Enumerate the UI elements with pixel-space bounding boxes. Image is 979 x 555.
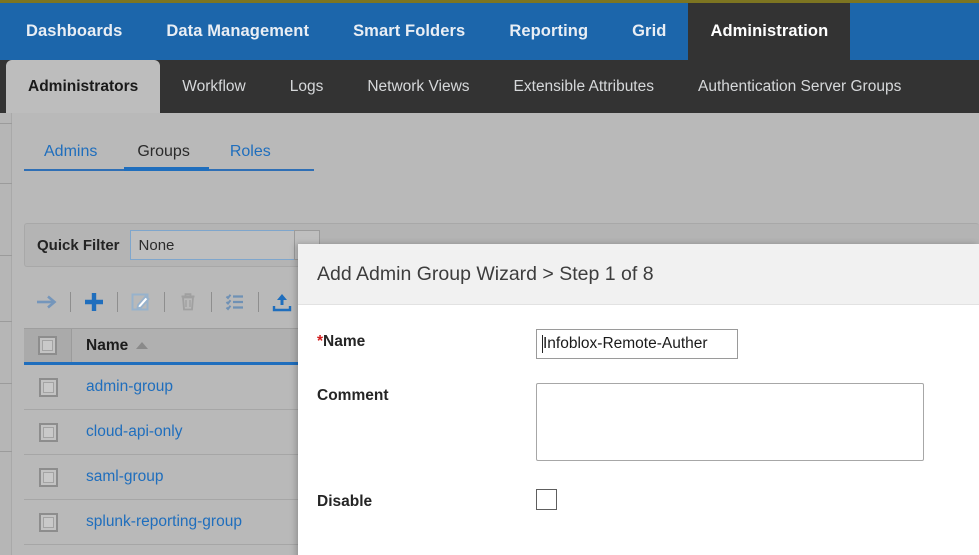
add-admin-group-wizard-dialog: Add Admin Group Wizard > Step 1 of 8 *Na… [298, 244, 979, 555]
tab-administrators[interactable]: Administrators [6, 60, 161, 113]
column-header-name-label: Name [86, 336, 129, 354]
nav-item-smart-folders[interactable]: Smart Folders [331, 3, 487, 60]
tab-extensible-attributes[interactable]: Extensible Attributes [492, 60, 676, 113]
form-row-comment: Comment [298, 383, 979, 461]
dialog-header: Add Admin Group Wizard > Step 1 of 8 [298, 244, 979, 305]
name-label-text: Name [323, 333, 366, 350]
name-label: *Name [317, 329, 536, 351]
delete-icon[interactable] [171, 287, 205, 317]
row-checkbox[interactable] [24, 410, 72, 454]
row-name-link[interactable]: splunk-reporting-group [72, 513, 242, 531]
column-header-name[interactable]: Name [72, 336, 149, 355]
toolbar-separator [70, 292, 71, 312]
toolbar-separator [117, 292, 118, 312]
primary-navigation: Dashboards Data Management Smart Folders… [0, 3, 979, 60]
upload-icon[interactable] [265, 287, 299, 317]
nav-item-data-management[interactable]: Data Management [144, 3, 331, 60]
quick-filter-label: Quick Filter [37, 236, 120, 254]
row-checkbox[interactable] [24, 365, 72, 409]
list-icon[interactable] [218, 287, 252, 317]
row-name-link[interactable]: cloud-api-only [72, 423, 183, 441]
select-all-checkbox[interactable] [24, 329, 72, 362]
tab-authentication-server-groups[interactable]: Authentication Server Groups [676, 60, 923, 113]
subtab-admins[interactable]: Admins [24, 143, 117, 169]
sort-ascending-icon [136, 342, 149, 349]
nav-item-administration[interactable]: Administration [688, 3, 851, 60]
name-input[interactable]: Infoblox-Remote-Auther [536, 329, 738, 359]
nav-item-grid[interactable]: Grid [610, 3, 688, 60]
dialog-body: *Name Infoblox-Remote-Auther Comment Dis… [298, 329, 979, 555]
disable-label: Disable [317, 493, 373, 510]
row-checkbox[interactable] [24, 500, 72, 544]
nav-item-reporting[interactable]: Reporting [487, 3, 610, 60]
tab-network-views[interactable]: Network Views [345, 60, 491, 113]
quick-filter-select[interactable]: None ⌄ [129, 230, 320, 260]
quick-filter-value: None [138, 236, 175, 254]
subtab-active-indicator [124, 167, 209, 171]
tab-workflow[interactable]: Workflow [160, 60, 267, 113]
comment-label: Comment [317, 387, 389, 404]
go-arrow-icon[interactable] [30, 287, 64, 317]
application-window: Dashboards Data Management Smart Folders… [0, 0, 979, 555]
page-body: Admins Groups Roles Quick Filter None ⌄ [0, 113, 979, 555]
secondary-navigation: Administrators Workflow Logs Network Vie… [0, 60, 979, 113]
form-row-disable: Disable [298, 489, 979, 511]
row-name-link[interactable]: admin-group [72, 378, 173, 396]
toolbar-separator [258, 292, 259, 312]
admin-subtabs: Admins Groups Roles [24, 131, 291, 169]
dialog-title: Add Admin Group Wizard > Step 1 of 8 [317, 262, 654, 285]
disable-checkbox[interactable] [536, 489, 557, 510]
toolbar-separator [164, 292, 165, 312]
add-icon[interactable] [77, 287, 111, 317]
left-gutter-strip [0, 113, 12, 555]
grid-toolbar [30, 285, 299, 319]
row-checkbox[interactable] [24, 545, 72, 555]
form-row-name: *Name Infoblox-Remote-Auther [298, 329, 979, 359]
name-input-value: Infoblox-Remote-Auther [543, 335, 708, 352]
edit-icon[interactable] [124, 287, 158, 317]
comment-textarea[interactable] [536, 383, 924, 461]
row-name-link[interactable]: saml-group [72, 468, 164, 486]
subtab-groups[interactable]: Groups [117, 143, 209, 169]
toolbar-separator [211, 292, 212, 312]
nav-item-dashboards[interactable]: Dashboards [0, 3, 144, 60]
subtab-roles[interactable]: Roles [210, 143, 291, 169]
tab-logs[interactable]: Logs [268, 60, 346, 113]
row-checkbox[interactable] [24, 455, 72, 499]
